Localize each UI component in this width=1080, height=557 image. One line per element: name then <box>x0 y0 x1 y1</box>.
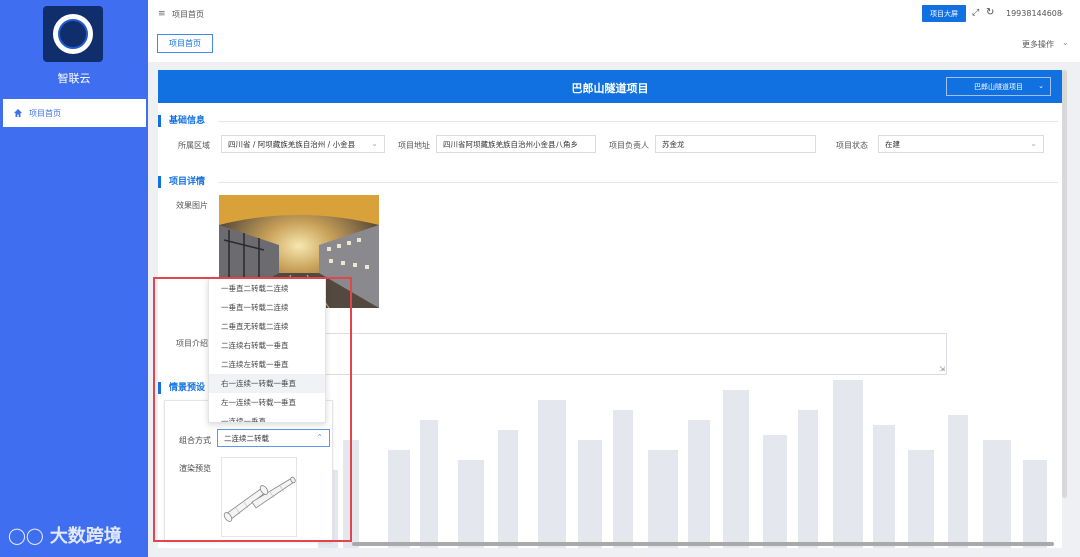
manager-input[interactable]: 苏金龙 <box>655 135 816 153</box>
chevron-down-icon: ⌄ <box>1038 82 1044 90</box>
combo-select[interactable]: 二连续二转载 ⌃ <box>217 429 330 447</box>
user-account[interactable]: 19938144608 <box>1006 9 1062 18</box>
manager-label: 项目负责人 <box>609 141 649 150</box>
project-screen-button[interactable]: 项目大屏 <box>922 5 966 22</box>
chevron-down-icon[interactable]: ⌄ <box>1062 38 1069 47</box>
render-preview-label: 渲染预览 <box>179 464 211 473</box>
main-content: 巴郎山隧道项目 巴郎山隧道项目 ⌄ 基础信息 所属区域 四川省 / 阿坝藏族羌族… <box>148 62 1080 557</box>
refresh-icon[interactable]: ↻ <box>986 7 994 18</box>
breadcrumb: 项目首页 <box>172 10 204 19</box>
combo-value: 二连续二转载 <box>224 433 269 443</box>
divider <box>218 182 1058 183</box>
app-logo <box>43 6 103 62</box>
region-value: 四川省 / 阿坝藏族羌族自治州 / 小金县 <box>228 139 356 149</box>
horizontal-scrollbar[interactable] <box>352 542 1054 546</box>
image-label: 效果图片 <box>176 201 208 210</box>
region-label: 所属区域 <box>178 141 210 150</box>
status-select[interactable]: 在建 ⌄ <box>878 135 1044 153</box>
watermark: ◯◯ 大数跨境 <box>8 522 122 548</box>
manager-value: 苏金龙 <box>662 139 685 149</box>
tab-home[interactable]: 项目首页 <box>157 34 213 53</box>
dropdown-option[interactable]: 二连续左转载一垂直 <box>209 355 325 374</box>
intro-textarea[interactable]: ⇲ <box>219 333 947 375</box>
divider <box>218 121 1058 122</box>
dropdown-option[interactable]: 二垂直无转载二连续 <box>209 317 325 336</box>
more-actions[interactable]: 更多操作 <box>1022 39 1054 50</box>
pipe-render-image <box>223 476 296 522</box>
combo-label: 组合方式 <box>179 436 211 445</box>
project-panel: 巴郎山隧道项目 巴郎山隧道项目 ⌄ 基础信息 所属区域 四川省 / 阿坝藏族羌族… <box>158 70 1062 548</box>
status-label: 项目状态 <box>836 141 868 150</box>
dropdown-option[interactable]: 一垂直二转载二连续 <box>209 279 325 298</box>
render-preview <box>221 457 297 537</box>
fullscreen-icon[interactable]: ⤢ <box>972 8 979 18</box>
project-header: 巴郎山隧道项目 巴郎山隧道项目 ⌄ <box>158 70 1062 103</box>
menu-icon[interactable]: ≡ <box>158 9 166 19</box>
tab-bar: 项目首页 更多操作 ⌄ <box>148 28 1080 62</box>
project-select[interactable]: 巴郎山隧道项目 ⌄ <box>946 77 1051 96</box>
section-project-details: 项目详情 <box>158 176 205 188</box>
chevron-up-icon: ⌃ <box>316 433 323 442</box>
dropdown-option[interactable]: 一连续一垂直 <box>209 412 325 422</box>
intro-label: 项目介绍 <box>176 339 208 348</box>
section-basic-info: 基础信息 <box>158 115 205 127</box>
project-select-value: 巴郎山隧道项目 <box>974 82 1023 91</box>
vertical-scrollbar[interactable] <box>1062 70 1067 498</box>
sidebar: 智联云 项目首页 ◯◯ 大数跨境 <box>0 0 148 557</box>
watermark-text: 大数跨境 <box>49 526 122 547</box>
brand-name: 智联云 <box>57 72 91 85</box>
sidebar-item-home[interactable]: 项目首页 <box>3 99 146 127</box>
dropdown-option[interactable]: 一垂直一转载二连续 <box>209 298 325 317</box>
address-input[interactable]: 四川省阿坝藏族羌族自治州小金县八角乡 <box>436 135 596 153</box>
sidebar-item-label: 项目首页 <box>29 108 61 118</box>
combo-dropdown: 一垂直二转载二连续 一垂直一转载二连续 二垂直无转载二连续 二连续右转载一垂直 … <box>208 278 326 423</box>
logo-ring-icon <box>53 14 93 54</box>
chevron-down-icon: ⌄ <box>371 139 378 148</box>
resize-handle-icon[interactable]: ⇲ <box>939 365 945 373</box>
status-value: 在建 <box>885 139 900 149</box>
chevron-down-icon: ⌄ <box>1030 139 1037 148</box>
dropdown-option[interactable]: 左一连续一转载一垂直 <box>209 393 325 412</box>
home-icon <box>14 109 22 117</box>
address-value: 四川省阿坝藏族羌族自治州小金县八角乡 <box>443 139 578 149</box>
watermark-logo-icon: ◯◯ <box>8 525 44 545</box>
dropdown-option[interactable]: 二连续右转载一垂直 <box>209 336 325 355</box>
address-label: 项目地址 <box>398 141 430 150</box>
dropdown-option-hovered[interactable]: 右一连续一转载一垂直 <box>209 374 325 393</box>
topbar: ≡ 项目首页 项目大屏 ⤢ ↻ 19938144608 ⌄ <box>148 0 1080 28</box>
project-title: 巴郎山隧道项目 <box>571 82 649 95</box>
chevron-down-icon[interactable]: ⌄ <box>1058 8 1065 17</box>
region-select[interactable]: 四川省 / 阿坝藏族羌族自治州 / 小金县 ⌄ <box>221 135 385 153</box>
section-scenario-preset: 情景预设 <box>158 382 205 394</box>
